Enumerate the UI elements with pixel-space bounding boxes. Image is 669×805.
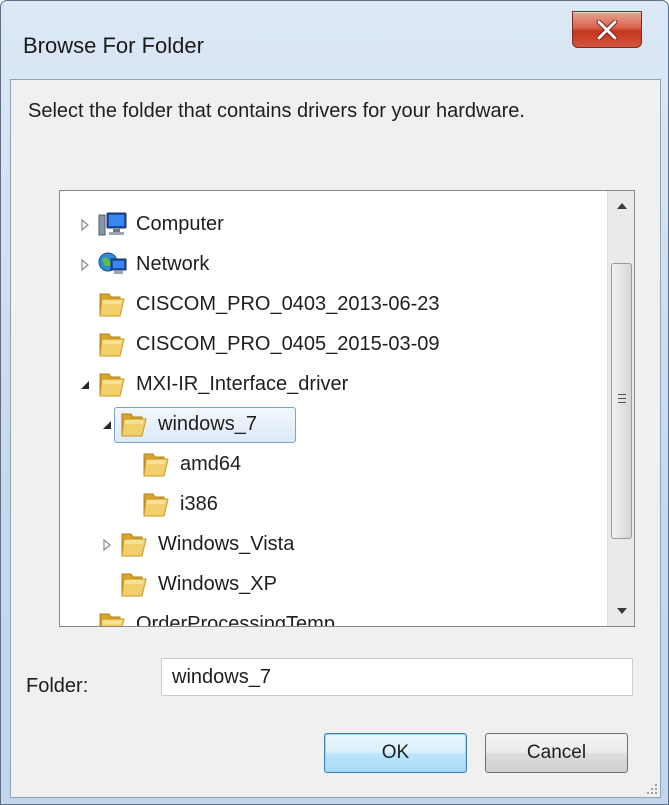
folder-tree[interactable]: Computer Network CISCOM_PRO_0403_2013-06-2…: [59, 190, 635, 627]
computer-icon: [98, 211, 128, 239]
cancel-button[interactable]: Cancel: [485, 733, 628, 773]
browse-for-folder-dialog: Browse For Folder Select the folder that…: [0, 0, 669, 805]
arrow-down-icon: [616, 608, 627, 614]
tree-item-label: MXI-IR_Interface_driver: [136, 373, 349, 395]
folder-icon: [142, 451, 172, 479]
network-icon: [98, 251, 128, 279]
close-icon: [596, 19, 618, 40]
tree-item[interactable]: OrderProcessingTemp: [60, 605, 607, 626]
tree-item-label: CISCOM_PRO_0403_2013-06-23: [136, 293, 440, 315]
folder-icon: [142, 491, 172, 519]
grip-icon: [618, 394, 626, 406]
tree-item-label: OrderProcessingTemp: [136, 613, 335, 626]
tree-item[interactable]: Computer: [60, 205, 607, 245]
folder-icon: [120, 411, 150, 439]
tree-item[interactable]: CISCOM_PRO_0405_2015-03-09: [60, 325, 607, 365]
expanded-arrow-icon[interactable]: [78, 377, 92, 393]
folder-icon: [98, 331, 128, 359]
tree-item[interactable]: MXI-IR_Interface_driver: [60, 365, 607, 405]
tree-item-label: windows_7: [158, 413, 257, 435]
close-button[interactable]: [572, 11, 642, 48]
tree-item[interactable]: amd64: [60, 445, 607, 485]
collapsed-arrow-icon[interactable]: [78, 257, 92, 273]
tree-item-label: Windows_XP: [158, 573, 277, 595]
arrow-up-icon: [616, 203, 627, 209]
folder-icon: [98, 611, 128, 626]
folder-tree-list: Computer Network CISCOM_PRO_0403_2013-06-2…: [60, 191, 607, 626]
tree-item-label: i386: [180, 493, 218, 515]
tree-item-label: amd64: [180, 453, 242, 475]
window-title: Browse For Folder: [23, 33, 204, 58]
tree-item-label: Windows_Vista: [158, 533, 295, 555]
title-bar[interactable]: Browse For Folder: [1, 1, 668, 79]
tree-item-label: CISCOM_PRO_0405_2015-03-09: [136, 333, 440, 355]
instruction-text: Select the folder that contains drivers …: [28, 100, 525, 122]
tree-item-label: Computer: [136, 213, 224, 235]
collapsed-arrow-icon[interactable]: [100, 537, 114, 553]
expanded-arrow-icon[interactable]: [100, 417, 114, 433]
tree-item-label: Network: [136, 253, 210, 275]
folder-label: Folder:: [26, 675, 89, 697]
tree-item[interactable]: Windows_Vista: [60, 525, 607, 565]
vertical-scrollbar[interactable]: [607, 191, 634, 626]
folder-icon: [120, 571, 150, 599]
ok-button[interactable]: OK: [324, 733, 467, 773]
tree-item[interactable]: i386: [60, 485, 607, 525]
folder-icon: [98, 291, 128, 319]
folder-icon: [98, 371, 128, 399]
tree-item[interactable]: Windows_XP: [60, 565, 607, 605]
dialog-body: Select the folder that contains drivers …: [10, 79, 661, 798]
folder-input[interactable]: [161, 658, 633, 696]
scroll-up-button[interactable]: [609, 193, 634, 219]
folder-icon: [120, 531, 150, 559]
scrollbar-thumb[interactable]: [611, 263, 632, 539]
tree-item[interactable]: Network: [60, 245, 607, 285]
tree-item[interactable]: CISCOM_PRO_0403_2013-06-23: [60, 285, 607, 325]
collapsed-arrow-icon[interactable]: [78, 217, 92, 233]
tree-item-selected[interactable]: windows_7: [60, 405, 607, 445]
scroll-down-button[interactable]: [609, 598, 634, 624]
resize-grip-icon[interactable]: [644, 781, 658, 795]
